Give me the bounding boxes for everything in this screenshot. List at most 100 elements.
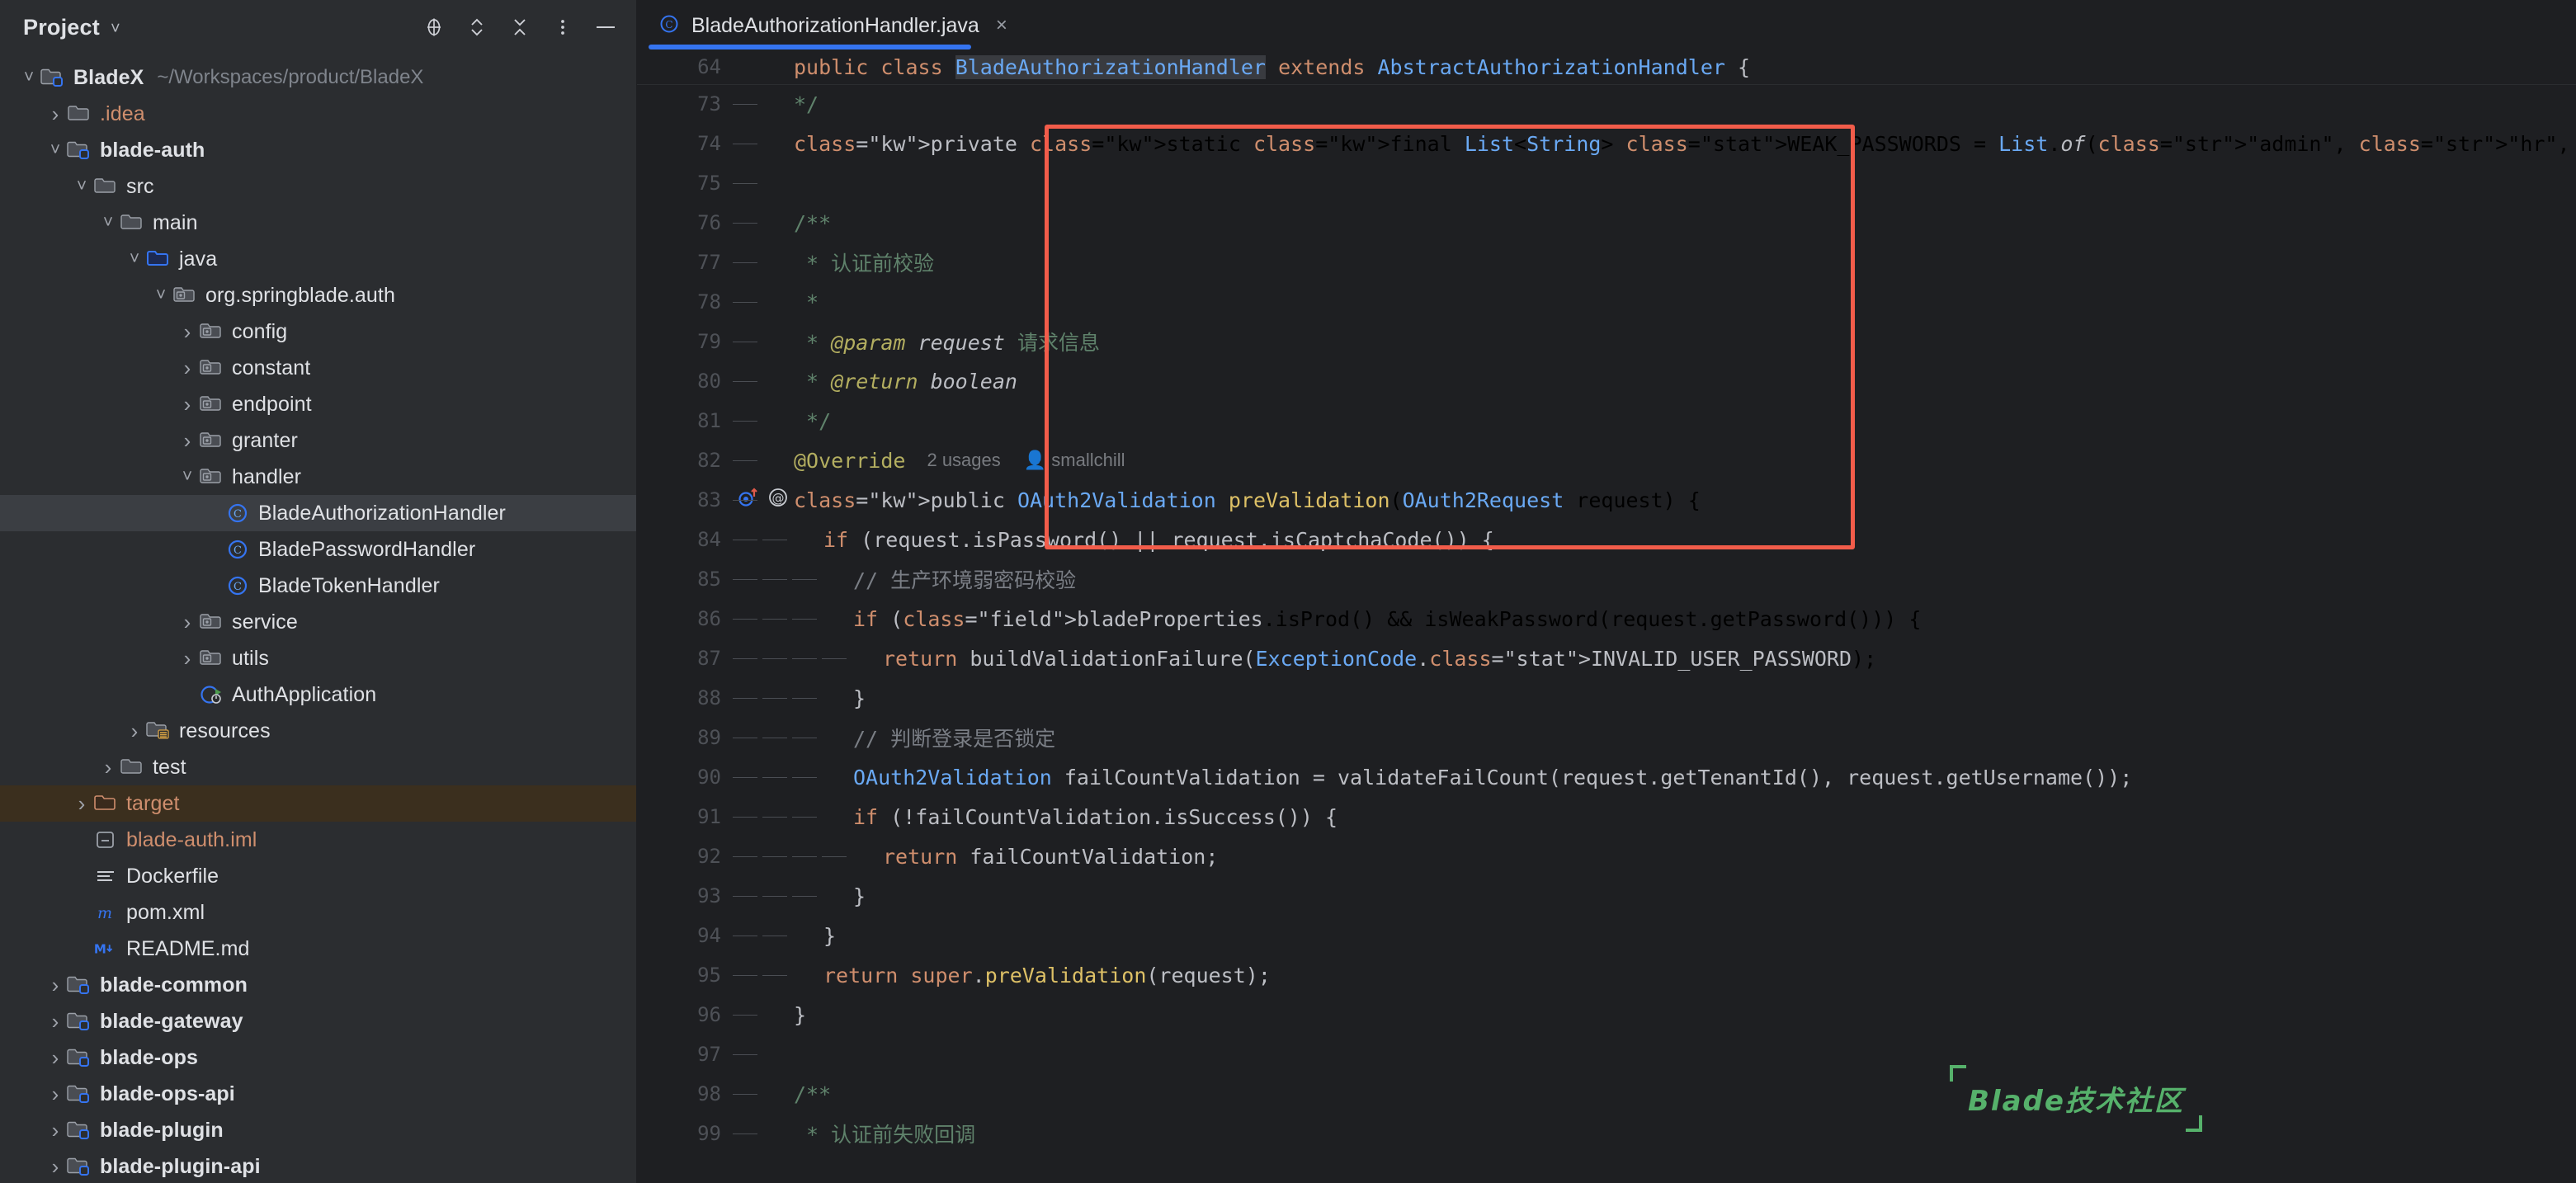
code-line[interactable]: 93} [637, 876, 2576, 916]
chevron-right-icon[interactable]: › [177, 646, 198, 672]
tree-row-label: blade-plugin-api [100, 1154, 261, 1178]
code-line[interactable]: 73 */ [637, 84, 2576, 124]
chevron-right-icon[interactable]: › [177, 610, 198, 635]
code-line[interactable]: 78 * [637, 282, 2576, 322]
code-line[interactable]: 91 if (!failCountValidation.isSuccess()) … [637, 797, 2576, 837]
hide-icon[interactable] [593, 15, 618, 40]
tree-row-bladeauthorizationhandler[interactable]: C BladeAuthorizationHandler [0, 495, 636, 531]
code-line[interactable]: 85 // 生产环境弱密码校验 [637, 559, 2576, 599]
tree-row-pom-xml[interactable]: m pom.xml [0, 894, 636, 931]
code-line[interactable]: 90 OAuth2Validation failCountValidation =… [637, 757, 2576, 797]
chevron-right-icon[interactable]: › [97, 755, 119, 780]
tree-row-handler[interactable]: ˅ handler [0, 459, 636, 495]
project-tree[interactable]: ˅ BladeX ~/Workspaces/product/BladeX › .idea… [0, 54, 636, 1183]
code-line[interactable]: 88} [637, 678, 2576, 718]
code-line[interactable]: 89 // 判断登录是否锁定 [637, 718, 2576, 757]
chevron-right-icon[interactable]: › [45, 1045, 66, 1071]
chevron-right-icon[interactable]: › [177, 428, 198, 454]
chevron-down-icon[interactable]: ˅ [111, 21, 120, 37]
usage-hint[interactable]: 2 usages [927, 450, 1000, 471]
tree-row-service[interactable]: › service [0, 604, 636, 640]
code-line[interactable]: 92 return failCountValidation; [637, 837, 2576, 876]
chevron-down-icon[interactable]: ˅ [150, 285, 172, 305]
tree-row-blade-common[interactable]: › blade-common [0, 967, 636, 1003]
chevron-down-icon[interactable]: ˅ [71, 177, 92, 196]
chevron-right-icon[interactable]: › [45, 1009, 66, 1035]
code-line[interactable]: 96} [637, 995, 2576, 1035]
code-line[interactable]: 83 @ class="kw">public OAuth2Validation pr… [637, 480, 2576, 520]
code-editor[interactable]: 64 public class BladeAuthorizationHandle… [637, 49, 2576, 1183]
tree-row-blade-auth[interactable]: ˅ blade-auth [0, 132, 636, 168]
code-text: * 认证前校验 [794, 252, 935, 276]
code-line[interactable]: 76 /** [637, 203, 2576, 243]
code-line[interactable]: 84 if (request.isPassword() || request.is… [637, 520, 2576, 559]
chevron-down-icon[interactable]: ˅ [45, 140, 66, 160]
code-line[interactable]: 80 * @return boolean [637, 361, 2576, 401]
more-options-icon[interactable] [550, 15, 575, 40]
tree-row-bladex[interactable]: ˅ BladeX ~/Workspaces/product/BladeX [0, 59, 636, 96]
code-line[interactable]: 74 class="kw">private class="kw">static c… [637, 124, 2576, 163]
code-line[interactable]: 95 return super.preValidation(request); [637, 955, 2576, 995]
chevron-down-icon[interactable]: ˅ [97, 213, 119, 233]
line-number: 90 [697, 766, 721, 789]
tree-row--idea[interactable]: › .idea [0, 96, 636, 132]
tree-row-java[interactable]: ˅ java [0, 241, 636, 277]
tree-row-target[interactable]: › target [0, 785, 636, 822]
tree-row-blade-auth-iml[interactable]: blade-auth.iml [0, 822, 636, 858]
tree-row-blade-ops[interactable]: › blade-ops [0, 1039, 636, 1076]
code-line[interactable]: 86 if (class="field">bladeProperties.isPr… [637, 599, 2576, 639]
tree-row-resources[interactable]: › resources [0, 713, 636, 749]
tree-row-dockerfile[interactable]: Dockerfile [0, 858, 636, 894]
chevron-right-icon[interactable]: › [45, 973, 66, 998]
chevron-right-icon[interactable]: › [177, 392, 198, 417]
tree-row-org-springblade-auth[interactable]: ˅ org.springblade.auth [0, 277, 636, 313]
chevron-right-icon[interactable]: › [71, 791, 92, 817]
code-line[interactable]: 87 return buildValidationFailure(Exceptio… [637, 639, 2576, 678]
tree-row-readme-md[interactable]: M README.md [0, 931, 636, 967]
chevron-right-icon[interactable]: › [124, 719, 145, 744]
code-line[interactable]: 79 * @param request 请求信息 [637, 322, 2576, 361]
tree-row-endpoint[interactable]: › endpoint [0, 386, 636, 422]
tree-row-granter[interactable]: › granter [0, 422, 636, 459]
chevron-right-icon[interactable]: › [177, 319, 198, 345]
tree-row-authapplication[interactable]: AuthApplication [0, 676, 636, 713]
chevron-down-icon[interactable]: ˅ [177, 467, 198, 487]
code-line[interactable]: 75 [637, 163, 2576, 203]
chevron-down-icon[interactable]: ˅ [18, 68, 40, 87]
svg-text:C: C [234, 544, 242, 557]
chevron-down-icon[interactable]: ˅ [124, 249, 145, 269]
chevron-right-icon[interactable]: › [45, 1118, 66, 1143]
author-hint[interactable]: 👤 smallchill [1024, 450, 1125, 471]
code-line[interactable]: 82 @Override 2 usages 👤 smallchill [637, 441, 2576, 480]
chevron-right-icon[interactable]: › [45, 1082, 66, 1107]
tree-row-blade-gateway[interactable]: › blade-gateway [0, 1003, 636, 1039]
override-annotation-icon[interactable]: @ [766, 485, 790, 515]
tree-row-src[interactable]: ˅ src [0, 168, 636, 205]
chevron-right-icon[interactable]: › [45, 101, 66, 127]
tree-row-constant[interactable]: › constant [0, 350, 636, 386]
tree-row-blade-plugin-api[interactable]: › blade-plugin-api [0, 1148, 636, 1183]
tree-row-bladepasswordhandler[interactable]: C BladePasswordHandler [0, 531, 636, 568]
tree-row-label: blade-ops [100, 1045, 198, 1069]
chevron-right-icon[interactable]: › [177, 356, 198, 381]
tree-row-main[interactable]: ˅ main [0, 205, 636, 241]
tree-row-utils[interactable]: › utils [0, 640, 636, 676]
collapse-all-icon[interactable] [507, 15, 532, 40]
tree-row-bladetokenhandler[interactable]: C BladeTokenHandler [0, 568, 636, 604]
tree-row-config[interactable]: › config [0, 313, 636, 350]
tree-row-blade-ops-api[interactable]: › blade-ops-api [0, 1076, 636, 1112]
code-lines[interactable]: 73 */ 74 class="kw">private class="kw">stat… [637, 84, 2576, 1153]
expand-collapse-icon[interactable] [465, 15, 489, 40]
chevron-right-icon[interactable]: › [45, 1154, 66, 1180]
tab-blade-authorization-handler[interactable]: C BladeAuthorizationHandler.java × [637, 2, 1026, 49]
code-line[interactable]: 99 * 认证前失败回调 [637, 1114, 2576, 1153]
code-line[interactable]: 77 * 认证前校验 [637, 243, 2576, 282]
tree-row-test[interactable]: › test [0, 749, 636, 785]
locate-icon[interactable] [422, 15, 446, 40]
code-line[interactable]: 97 [637, 1035, 2576, 1074]
code-line[interactable]: 98 /** [637, 1074, 2576, 1114]
tree-row-blade-plugin[interactable]: › blade-plugin [0, 1112, 636, 1148]
code-line[interactable]: 94} [637, 916, 2576, 955]
code-line[interactable]: 81 */ [637, 401, 2576, 441]
close-icon[interactable]: × [996, 16, 1007, 35]
